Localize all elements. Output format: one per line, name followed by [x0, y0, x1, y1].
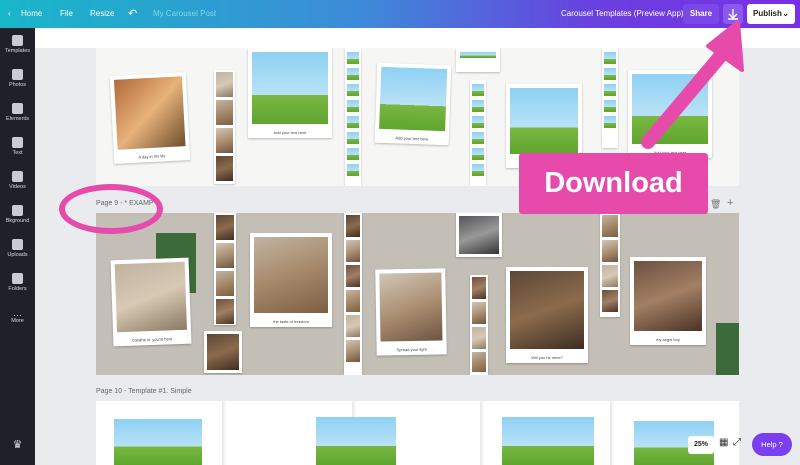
- download-callout: Download: [519, 153, 708, 214]
- sidebar-item-label: Photos: [8, 82, 27, 88]
- crown-icon[interactable]: ♛: [0, 438, 35, 451]
- photo-image: [379, 272, 443, 342]
- sidebar-item-label: Uploads: [7, 252, 28, 258]
- cloud-landscape-image: [510, 88, 578, 154]
- photo-caption: A day in the life: [138, 153, 166, 160]
- cloud-landscape-image: [252, 52, 328, 124]
- text-icon: [12, 137, 23, 148]
- cloud-landscape-image: [502, 417, 594, 465]
- sidebar-item-more[interactable]: … More: [0, 308, 35, 325]
- arrow-annotation: [641, 20, 744, 149]
- sidebar-item-label: Bkground: [5, 218, 30, 224]
- photo-strip[interactable]: [344, 213, 362, 375]
- grid-view-icon[interactable]: ▦: [719, 437, 728, 448]
- template-frame[interactable]: [316, 401, 482, 465]
- chevron-left-icon[interactable]: ‹: [8, 0, 11, 28]
- sidebar-item-label: Templates: [4, 48, 31, 54]
- photo-image: [113, 76, 186, 150]
- photo-image: [634, 261, 702, 331]
- film-strip[interactable]: [470, 80, 486, 186]
- photo-caption: Spread your light: [396, 346, 427, 353]
- polaroid-photo[interactable]: the taste of freedom: [250, 233, 332, 327]
- zoom-level[interactable]: 25%: [688, 436, 714, 454]
- cloud-landscape-image: [460, 52, 496, 58]
- help-button[interactable]: Help ?: [752, 433, 792, 456]
- polaroid-placeholder[interactable]: Add your text here: [374, 62, 452, 146]
- photo-strip[interactable]: [214, 213, 236, 325]
- photo-caption: Will you be mine?: [531, 355, 563, 360]
- elements-icon: [12, 103, 23, 114]
- photos-icon: [12, 69, 23, 80]
- cloud-landscape-image: [114, 419, 202, 465]
- sidebar-item-background[interactable]: Bkground: [0, 205, 35, 224]
- photo-caption: my angel boy: [656, 337, 680, 342]
- undo-icon[interactable]: ↶: [128, 0, 137, 28]
- sidebar-item-videos[interactable]: Videos: [0, 171, 35, 190]
- trash-icon[interactable]: 🗑: [710, 199, 721, 210]
- highlight-ellipse: [59, 184, 163, 234]
- photo-caption: the taste of freedom: [273, 319, 309, 324]
- sidebar-item-label: Folders: [8, 286, 27, 292]
- videos-icon: [12, 171, 23, 182]
- polaroid-photo[interactable]: breathe in. you're here: [110, 257, 192, 347]
- photo-caption: Add your text here: [395, 135, 429, 142]
- sidebar-item-templates[interactable]: Templates: [0, 35, 35, 54]
- resize-menu[interactable]: Resize: [90, 0, 114, 28]
- photo-image: [459, 216, 499, 254]
- templates-icon: [12, 35, 23, 46]
- design-name[interactable]: My Carousel Post: [153, 0, 216, 28]
- background-icon: [12, 205, 23, 216]
- polaroid-photo[interactable]: [456, 213, 502, 257]
- polaroid-placeholder[interactable]: [456, 48, 500, 72]
- sidebar-item-label: Videos: [9, 184, 26, 190]
- polaroid-placeholder[interactable]: Add your text here: [248, 48, 332, 138]
- publish-button[interactable]: Publish ⌄: [747, 4, 795, 24]
- photo-image: [510, 271, 584, 349]
- photo-image: [114, 261, 187, 333]
- sidebar: Templates Photos Elements Text Videos Bk…: [0, 28, 35, 465]
- sidebar-item-folders[interactable]: Folders: [0, 273, 35, 292]
- film-strip[interactable]: [345, 48, 361, 186]
- sidebar-item-label: More: [11, 318, 24, 324]
- cloud-landscape-image: [379, 66, 448, 132]
- polaroid-photo[interactable]: Spread your light: [375, 268, 447, 356]
- film-strip[interactable]: [602, 48, 618, 148]
- page-10[interactable]: [96, 401, 739, 465]
- photo-caption: breathe in. you're here: [132, 336, 173, 343]
- polaroid-photo[interactable]: Will you be mine?: [506, 267, 588, 363]
- fullscreen-icon[interactable]: ⤢: [733, 437, 741, 448]
- cloud-landscape-image: [316, 417, 396, 465]
- photo-image: [254, 237, 328, 313]
- template-frame[interactable]: [614, 401, 739, 465]
- sidebar-item-uploads[interactable]: Uploads: [0, 239, 35, 258]
- photo-strip[interactable]: [470, 275, 488, 375]
- sidebar-item-photos[interactable]: Photos: [0, 69, 35, 88]
- sidebar-item-label: Text: [12, 150, 23, 156]
- uploads-icon: [12, 239, 23, 250]
- sidebar-item-text[interactable]: Text: [0, 137, 35, 156]
- sidebar-item-label: Elements: [6, 116, 29, 122]
- sidebar-item-elements[interactable]: Elements: [0, 103, 35, 122]
- template-frame[interactable]: [484, 401, 612, 465]
- more-icon: …: [13, 308, 22, 318]
- chevron-down-icon: ⌄: [782, 9, 789, 18]
- photo-strip[interactable]: [600, 213, 620, 317]
- file-menu[interactable]: File: [60, 0, 73, 28]
- page-9[interactable]: breathe in. you're here the taste of fre…: [96, 213, 739, 375]
- home-button[interactable]: Home: [21, 0, 42, 28]
- add-page-icon[interactable]: +: [727, 197, 733, 209]
- photo-caption: Add your text here: [273, 130, 307, 135]
- polaroid-photo[interactable]: [204, 331, 242, 373]
- photo-image: [207, 334, 239, 370]
- folders-icon: [12, 273, 23, 284]
- polaroid-photo[interactable]: my angel boy: [630, 257, 706, 345]
- template-frame[interactable]: [96, 401, 224, 465]
- publish-label: Publish: [753, 9, 782, 18]
- polaroid-photo[interactable]: A day in the life: [109, 72, 191, 164]
- photo-strip[interactable]: [214, 70, 235, 184]
- page-10-label[interactable]: Page 10 - Template #1. Simple: [96, 388, 192, 395]
- palm-leaf-image: [716, 323, 739, 375]
